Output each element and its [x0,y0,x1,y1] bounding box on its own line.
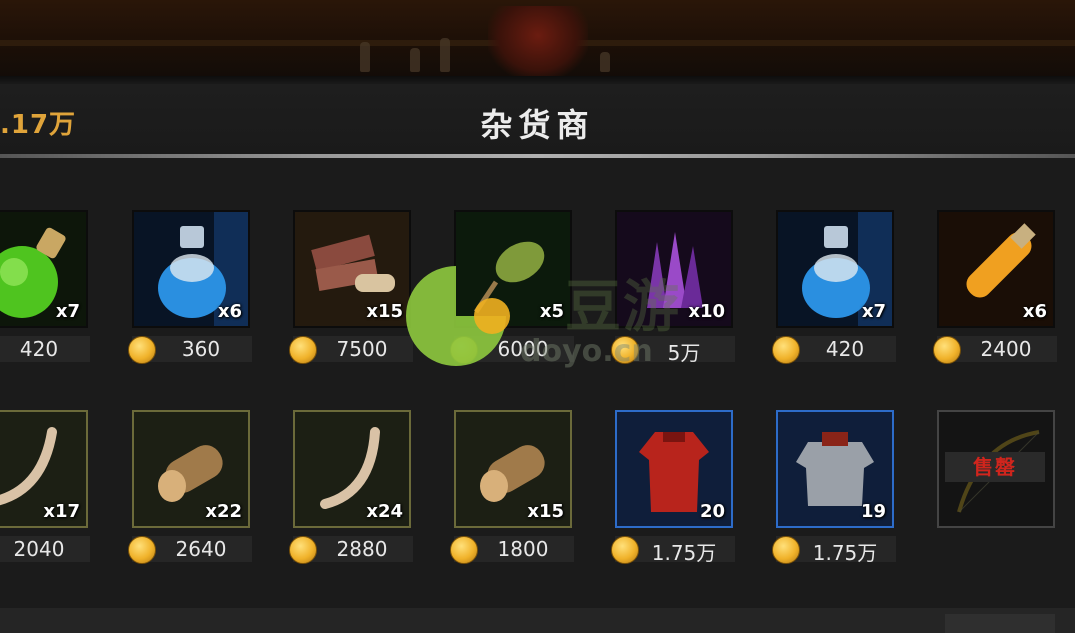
item-quantity: x7 [861,301,886,322]
shop-item-orange-vial[interactable]: x6 2400 [933,210,1057,370]
item-price: 420 [825,337,865,361]
item-quantity: x6 [1022,301,1047,322]
item-price: 420 [19,337,59,361]
shop-item-horn[interactable]: x17 2040 [0,410,90,570]
item-price: 2640 [175,537,227,561]
shop-item-blue-potion[interactable]: x6 360 [128,210,252,370]
coin-icon [772,536,800,564]
watermark-text: 豆游 [565,275,681,340]
item-quantity: 20 [699,501,725,522]
coin-icon [611,536,639,564]
item-price: 1.75万 [812,541,878,565]
watermark-url: doyo.cn [520,334,653,369]
item-price: 2880 [336,537,388,561]
item-price: 7500 [336,337,388,361]
shop-item-blue-potion[interactable]: x7 420 [772,210,896,370]
item-quantity: x7 [55,301,80,322]
item-quantity: x5 [539,301,564,322]
item-quantity: x15 [366,301,403,322]
sold-out-label: 售罄 [945,452,1045,482]
doyo-logo-icon [406,266,510,366]
shop-item-books[interactable]: x15 7500 [289,210,413,370]
shop-item-wood-log[interactable]: x22 2640 [128,410,252,570]
item-quantity: x24 [366,501,403,522]
item-quantity: x17 [43,501,80,522]
shop-item-red-tunic[interactable]: 20 1.75万 [611,410,735,570]
coin-icon [128,336,156,364]
item-quantity: x22 [205,501,242,522]
coin-icon [289,536,317,564]
coin-icon [933,336,961,364]
shop-item-wood-log[interactable]: x15 1800 [450,410,574,570]
item-quantity: x6 [217,301,242,322]
page-title: 杂货商 [480,106,595,144]
shop-item-steel-armor[interactable]: 19 1.75万 [772,410,896,570]
coin-icon [289,336,317,364]
shop-item-horn[interactable]: x24 2880 [289,410,413,570]
game-scene-background [0,0,1075,80]
item-price: 1800 [497,537,549,561]
item-quantity: 19 [860,501,886,522]
item-price: 2400 [980,337,1032,361]
item-price: 360 [181,337,221,361]
coin-icon [450,536,478,564]
item-price: 1.75万 [651,541,717,565]
shop-header: .17万 杂货商 [0,84,1075,156]
item-price: 2040 [13,537,65,561]
coin-icon [772,336,800,364]
shop-item-green-potion[interactable]: x7 420 [0,210,90,370]
item-quantity: x15 [527,501,564,522]
merchant-figure [488,6,588,80]
coin-icon [128,536,156,564]
item-quantity: x10 [688,301,725,322]
shop-item-sold-out: 售罄 [937,410,1057,570]
